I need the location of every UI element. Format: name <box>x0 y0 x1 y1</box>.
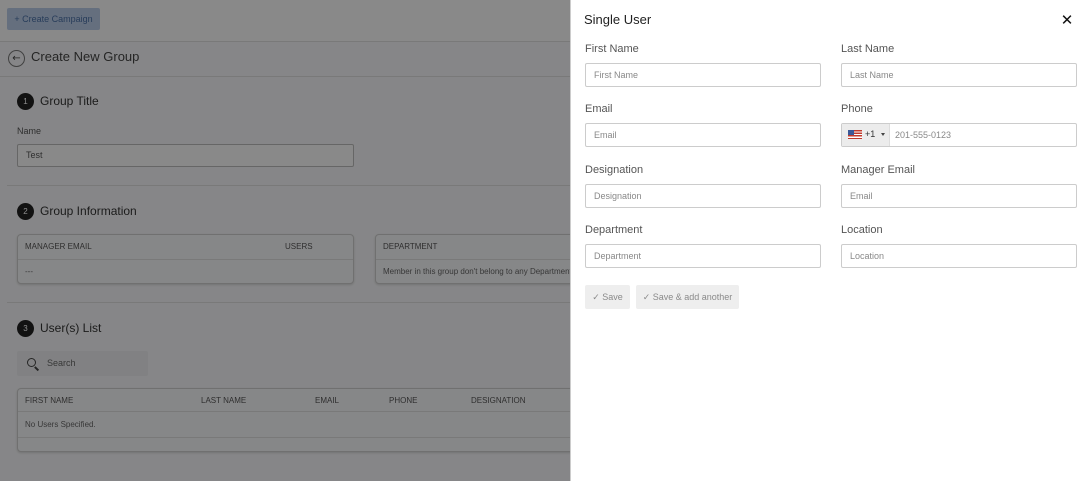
last-name-label: Last Name <box>841 43 895 55</box>
save-button[interactable]: ✓ Save <box>585 285 630 309</box>
designation-input[interactable] <box>585 184 821 208</box>
manager-email-input[interactable] <box>841 184 1077 208</box>
designation-label: Designation <box>585 164 644 176</box>
email-input[interactable] <box>585 123 821 147</box>
phone-input[interactable] <box>891 124 1076 146</box>
first-name-input[interactable] <box>585 63 821 87</box>
email-label: Email <box>585 103 613 115</box>
us-flag-icon <box>848 130 862 139</box>
phone-field: +1 <box>841 123 1077 147</box>
caret-down-icon <box>881 133 885 136</box>
drawer-title: Single User <box>584 12 652 27</box>
save-and-add-another-button[interactable]: ✓ Save & add another <box>636 285 739 309</box>
close-icon[interactable]: ✕ <box>1059 12 1075 28</box>
department-input[interactable] <box>585 244 821 268</box>
location-label: Location <box>841 224 883 236</box>
department-label: Department <box>585 224 643 236</box>
last-name-input[interactable] <box>841 63 1077 87</box>
first-name-label: First Name <box>585 43 639 55</box>
dial-code: +1 <box>865 129 876 139</box>
phone-label: Phone <box>841 103 873 115</box>
country-code-dropdown[interactable]: +1 <box>842 124 890 146</box>
modal-overlay[interactable] <box>0 0 570 481</box>
location-input[interactable] <box>841 244 1077 268</box>
single-user-drawer: Single User ✕ First Name Last Name Email… <box>570 0 1090 481</box>
manager-email-label: Manager Email <box>841 164 915 176</box>
